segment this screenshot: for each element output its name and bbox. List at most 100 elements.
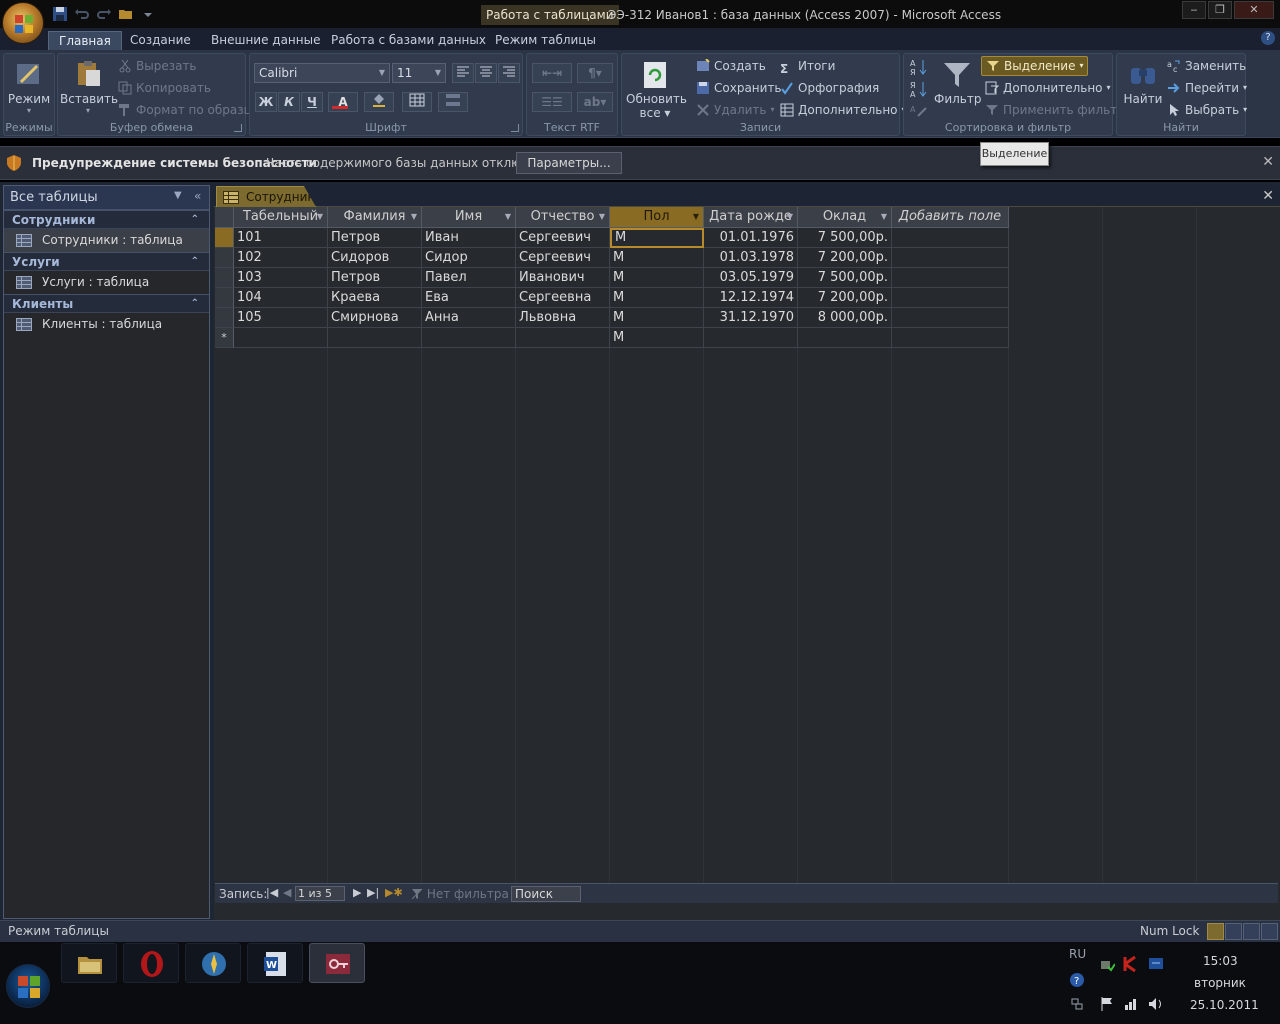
spelling-button[interactable]: Орфография: [780, 78, 879, 98]
first-record-icon[interactable]: |◀: [266, 886, 278, 899]
nav-item-clients-table[interactable]: Клиенты : таблица: [4, 313, 209, 336]
tab-external-data[interactable]: Внешние данные: [201, 31, 330, 50]
last-record-icon[interactable]: ▶|: [367, 886, 379, 899]
tab-datasheet[interactable]: Режим таблицы: [485, 31, 606, 50]
table-row[interactable]: 105 Смирнова Анна Львовна М 31.12.1970 8…: [215, 308, 1009, 328]
no-filter-indicator[interactable]: Нет фильтра: [411, 887, 509, 901]
security-tray-icon[interactable]: [1099, 956, 1115, 972]
table-cell[interactable]: Петров: [328, 228, 422, 248]
table-cell-empty[interactable]: [328, 328, 422, 348]
alt-fill-button[interactable]: [438, 92, 468, 112]
fill-color-button[interactable]: [364, 92, 394, 112]
row-selector[interactable]: [215, 228, 234, 248]
row-selector[interactable]: [215, 248, 234, 268]
table-cell[interactable]: 104: [234, 288, 328, 308]
table-cell[interactable]: 31.12.1970: [704, 308, 798, 328]
font-size-select[interactable]: 11 ▼: [392, 63, 446, 83]
underline-button[interactable]: Ч: [301, 92, 323, 112]
filter-button[interactable]: Фильтр: [934, 60, 981, 106]
copy-button[interactable]: Копировать: [118, 78, 211, 98]
table-cell[interactable]: М: [610, 288, 704, 308]
table-row[interactable]: 102 Сидоров Сидор Сергеевич М 01.03.1978…: [215, 248, 1009, 268]
table-cell[interactable]: 7 200,00р.: [798, 288, 892, 308]
undo-icon[interactable]: [74, 6, 90, 22]
font-color-button[interactable]: A: [328, 92, 358, 112]
view-mode-button[interactable]: Режим ▾: [6, 58, 52, 115]
close-icon[interactable]: ✕: [1262, 188, 1274, 204]
table-cell-empty[interactable]: [704, 328, 798, 348]
table-cell[interactable]: 103: [234, 268, 328, 288]
font-dialog-launcher[interactable]: [511, 124, 519, 132]
replace-button[interactable]: ac Заменить: [1167, 56, 1246, 76]
table-cell-empty[interactable]: [892, 268, 1009, 288]
format-painter-button[interactable]: Формат по образцу: [118, 100, 259, 120]
close-button[interactable]: ✕: [1234, 1, 1274, 19]
volume-icon[interactable]: [1148, 996, 1164, 1012]
taskbar-opera[interactable]: [123, 943, 179, 983]
table-cell[interactable]: 01.03.1978: [704, 248, 798, 268]
prev-record-icon[interactable]: ◀: [283, 886, 291, 899]
select-button[interactable]: Выбрать ▾: [1167, 100, 1247, 120]
table-cell[interactable]: М: [610, 248, 704, 268]
table-cell[interactable]: 03.05.1979: [704, 268, 798, 288]
table-cell-empty[interactable]: [892, 228, 1009, 248]
nav-group-employees[interactable]: Сотрудники ⌃: [4, 210, 209, 229]
minimize-button[interactable]: ‒: [1182, 1, 1206, 19]
chevron-down-icon[interactable]: ▼: [599, 207, 605, 227]
security-options-button[interactable]: Параметры...: [516, 152, 622, 174]
clock-date[interactable]: 25.10.2011: [1190, 998, 1259, 1012]
table-cell[interactable]: Сергеевич: [516, 248, 610, 268]
table-cell-empty[interactable]: [892, 328, 1009, 348]
goto-button[interactable]: Перейти ▾: [1167, 78, 1247, 98]
nav-group-clients[interactable]: Клиенты ⌃: [4, 294, 209, 313]
tab-database-tools[interactable]: Работа с базами данных: [321, 31, 496, 50]
clock-day[interactable]: вторник: [1194, 976, 1246, 990]
table-cell-empty[interactable]: [422, 328, 516, 348]
table-cell-empty[interactable]: [516, 328, 610, 348]
chevron-down-icon[interactable]: ▼: [787, 207, 793, 227]
column-header-selected[interactable]: Пол ▼: [610, 207, 704, 228]
table-cell[interactable]: 101: [234, 228, 328, 248]
save-icon[interactable]: [52, 6, 68, 22]
taskbar-access[interactable]: [309, 943, 365, 983]
table-cell[interactable]: М: [610, 268, 704, 288]
design-view-button[interactable]: [1261, 923, 1278, 940]
font-name-select[interactable]: Calibri ▼: [254, 63, 390, 83]
table-cell-empty[interactable]: [892, 308, 1009, 328]
paragraph-button[interactable]: ¶▾: [577, 63, 613, 83]
chevron-down-icon[interactable]: ▼: [881, 207, 887, 227]
cut-button[interactable]: Вырезать: [118, 56, 197, 76]
column-header[interactable]: Оклад ▼: [798, 207, 892, 228]
network-icon[interactable]: [1123, 996, 1139, 1012]
table-cell[interactable]: Краева: [328, 288, 422, 308]
find-button[interactable]: Найти: [1121, 60, 1165, 106]
table-cell[interactable]: Иван: [422, 228, 516, 248]
table-cell[interactable]: Сидоров: [328, 248, 422, 268]
table-row[interactable]: 101 Петров Иван Сергеевич М 01.01.1976 7…: [215, 228, 1009, 248]
delete-record-button[interactable]: Удалить ▾: [696, 100, 775, 120]
sort-ascending-icon[interactable]: AЯ: [910, 58, 928, 76]
network-toggle-icon[interactable]: [1069, 996, 1085, 1012]
chevron-down-icon[interactable]: ▼: [174, 190, 182, 201]
help-icon[interactable]: ?: [1261, 31, 1275, 45]
new-row-selector[interactable]: *: [215, 328, 234, 348]
search-input[interactable]: Поиск: [511, 886, 581, 902]
paste-button[interactable]: Вставить ▾: [60, 58, 118, 115]
select-all-corner[interactable]: [215, 207, 234, 228]
refresh-all-button[interactable]: Обновить все ▾: [626, 60, 687, 120]
open-folder-icon[interactable]: [118, 6, 134, 22]
column-header[interactable]: Табельный ▼: [234, 207, 328, 228]
doc-tab-employees[interactable]: Сотрудники: [216, 186, 316, 207]
row-selector[interactable]: [215, 268, 234, 288]
next-record-icon[interactable]: ▶: [353, 886, 361, 899]
table-cell-empty[interactable]: [892, 288, 1009, 308]
table-cell[interactable]: М: [610, 308, 704, 328]
chevron-down-icon[interactable]: ▼: [317, 207, 323, 227]
pivot-table-view-button[interactable]: [1225, 923, 1242, 940]
table-cell[interactable]: Сергеевна: [516, 288, 610, 308]
customize-qat-icon[interactable]: [140, 6, 156, 22]
table-cell[interactable]: 7 200,00р.: [798, 248, 892, 268]
new-record-button[interactable]: Создать: [696, 56, 766, 76]
clock-time[interactable]: 15:03: [1203, 954, 1238, 968]
row-selector[interactable]: [215, 288, 234, 308]
